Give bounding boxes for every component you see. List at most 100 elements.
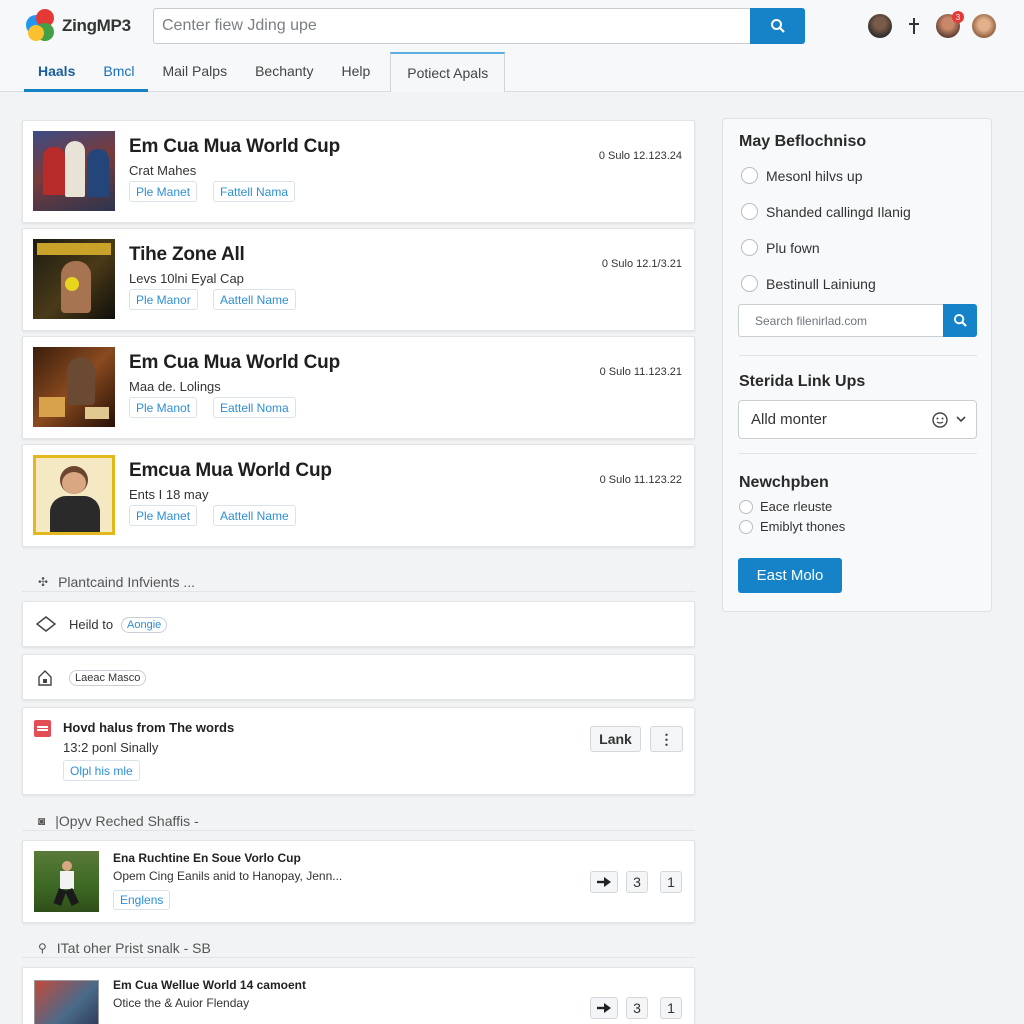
pin-icon[interactable] — [904, 14, 924, 38]
song-card[interactable]: Em Cua Mua World Cup Crat Mahes Ple Mane… — [22, 120, 695, 223]
song-tag[interactable]: Ple Manor — [129, 289, 198, 310]
tab-potiect-apals[interactable]: Potiect Apals — [390, 52, 506, 92]
tab-haals[interactable]: Haals — [24, 52, 90, 92]
divider — [739, 355, 977, 356]
dropdown-value: Alld monter — [751, 411, 827, 428]
header-actions: 3 — [868, 11, 996, 40]
song-artist: Levs 10lni Eyal Cap — [129, 271, 244, 286]
flag-icon — [34, 720, 51, 737]
section-header: ✣ Plantcaind Infvients ... — [22, 572, 695, 592]
radio-button[interactable] — [741, 239, 758, 256]
song-title[interactable]: Emcua Mua World Cup — [129, 460, 332, 482]
search-icon — [770, 19, 785, 33]
lank-button[interactable]: Lank — [590, 726, 641, 752]
list-item[interactable]: Laeac Masco — [22, 654, 695, 700]
play-next-button[interactable] — [590, 871, 618, 893]
radio-label: Plu fown — [766, 239, 820, 256]
radio-button[interactable] — [741, 167, 758, 184]
tab-mail-palps[interactable]: Mail Palps — [148, 52, 241, 92]
section-header: ◙ |Opyv Reched Shaffis - — [22, 811, 695, 831]
feature-subtitle: 13:2 ponl Sinally — [63, 740, 159, 755]
song-tag[interactable]: Aattell Name — [213, 289, 296, 310]
song-tag[interactable]: Aattell Name — [213, 505, 296, 526]
section-title: ITat oher Prist snalk - SB — [56, 939, 211, 956]
filter-dropdown[interactable]: Alld monter — [738, 400, 977, 439]
song-tag[interactable]: Eattell Noma — [213, 397, 296, 418]
radio-button[interactable] — [739, 519, 753, 534]
item-title[interactable]: Ena Ruchtine En Soue Vorlo Cup — [113, 851, 301, 865]
item-thumbnail — [34, 851, 99, 912]
avatar[interactable] — [868, 14, 892, 38]
radio-option[interactable]: Shanded callingd Ilanig — [741, 203, 911, 220]
radio-button[interactable] — [739, 499, 753, 514]
search-input[interactable] — [154, 9, 751, 43]
item-subtitle: Opem Cing Eanils anid to Hanopay, Jenn..… — [113, 869, 343, 883]
song-artist: Ents I 18 may — [129, 487, 209, 502]
radio-option[interactable]: Plu fown — [741, 239, 820, 256]
song-meta: 0 Sulo 11.123.21 — [599, 366, 682, 378]
user-avatar[interactable] — [972, 14, 996, 38]
song-title[interactable]: Em Cua Mua World Cup — [129, 352, 340, 374]
count-button[interactable]: 3 — [626, 997, 648, 1019]
song-thumbnail — [33, 239, 115, 319]
song-tag[interactable]: Fattell Nama — [213, 181, 296, 202]
tab-help[interactable]: Help — [327, 52, 384, 92]
radio-label: Shanded callingd Ilanig — [766, 203, 911, 220]
song-tag[interactable]: Ple Manot — [129, 397, 198, 418]
feature-item[interactable]: Hovd halus from The words 13:2 ponl Sina… — [22, 707, 695, 795]
feature-title[interactable]: Hovd halus from The words — [63, 720, 234, 735]
song-card[interactable]: Emcua Mua World Cup Ents I 18 may Ple Ma… — [22, 444, 695, 547]
radio-button[interactable] — [741, 203, 758, 220]
radio-option[interactable]: Emiblyt thones — [739, 519, 845, 534]
row-pill[interactable]: Laeac Masco — [69, 670, 147, 686]
search-icon — [953, 313, 967, 327]
count-button[interactable]: 3 — [626, 871, 648, 893]
count-button[interactable]: 1 — [660, 871, 682, 893]
row-pill[interactable]: Aongie — [121, 617, 168, 633]
song-thumbnail — [33, 455, 115, 535]
song-card[interactable]: Tihe Zone All Levs 10lni Eyal Cap Ple Ma… — [22, 228, 695, 331]
section-title: |Opyv Reched Shaffis - — [55, 812, 199, 829]
list-item[interactable]: Ena Ruchtine En Soue Vorlo Cup Opem Cing… — [22, 840, 695, 923]
item-title[interactable]: Em Cua Wellue World 14 camoent — [113, 978, 306, 992]
song-meta: 0 Sulo 12.123.24 — [598, 150, 682, 162]
radio-button[interactable] — [741, 275, 758, 292]
radio-option[interactable]: Eace rleuste — [739, 499, 832, 514]
notifications-avatar[interactable]: 3 — [936, 11, 964, 38]
item-tag[interactable]: Englens — [113, 890, 171, 910]
song-thumbnail — [33, 131, 115, 211]
sidebar-heading: Sterida Link Ups — [739, 373, 866, 390]
radio-label: Emiblyt thones — [760, 519, 846, 534]
search-button[interactable] — [750, 8, 805, 44]
sidebar-search-button[interactable] — [943, 304, 977, 337]
app-logo[interactable]: ZingMP3 — [24, 8, 134, 44]
song-meta: 0 Sulo 11.123.22 — [599, 474, 682, 486]
sidebar-panel: May Beflochniso Mesonl hilvs up Shanded … — [722, 118, 992, 612]
radio-option[interactable]: Mesonl hilvs up — [741, 167, 863, 184]
tab-bechanty[interactable]: Bechanty — [241, 52, 327, 92]
sidebar-search-input[interactable] — [739, 305, 944, 336]
song-title[interactable]: Tihe Zone All — [129, 244, 245, 266]
primary-action-button[interactable]: East Molo — [738, 558, 842, 593]
notification-badge: 3 — [952, 11, 964, 23]
top-header: ZingMP3 3 Haals Bmcl Mail Palps Bechanty… — [0, 0, 1024, 92]
sidebar-search — [738, 304, 977, 337]
song-card[interactable]: Em Cua Mua World Cup Maa de. Lolings Ple… — [22, 336, 695, 439]
song-thumbnail — [33, 347, 115, 427]
play-next-button[interactable] — [590, 997, 618, 1019]
tab-bmcl[interactable]: Bmcl — [89, 52, 149, 92]
feature-link[interactable]: Olpl his mle — [63, 760, 140, 781]
forward-icon — [597, 877, 611, 887]
song-tag[interactable]: Ple Manet — [129, 505, 198, 526]
search-bar — [153, 8, 805, 44]
song-title[interactable]: Em Cua Mua World Cup — [129, 136, 340, 158]
radio-option[interactable]: Bestinull Lainiung — [741, 275, 876, 292]
list-item[interactable]: Em Cua Wellue World 14 camoent Otice the… — [22, 967, 695, 1024]
song-tag[interactable]: Ple Manet — [129, 181, 198, 202]
diamond-icon — [36, 616, 56, 632]
song-artist: Crat Mahes — [129, 163, 197, 178]
more-options-button[interactable]: ⋮ — [650, 726, 683, 752]
list-item[interactable]: Heild to Aongie — [22, 601, 695, 647]
app-name: ZingMP3 — [62, 16, 131, 35]
count-button[interactable]: 1 — [660, 997, 682, 1019]
